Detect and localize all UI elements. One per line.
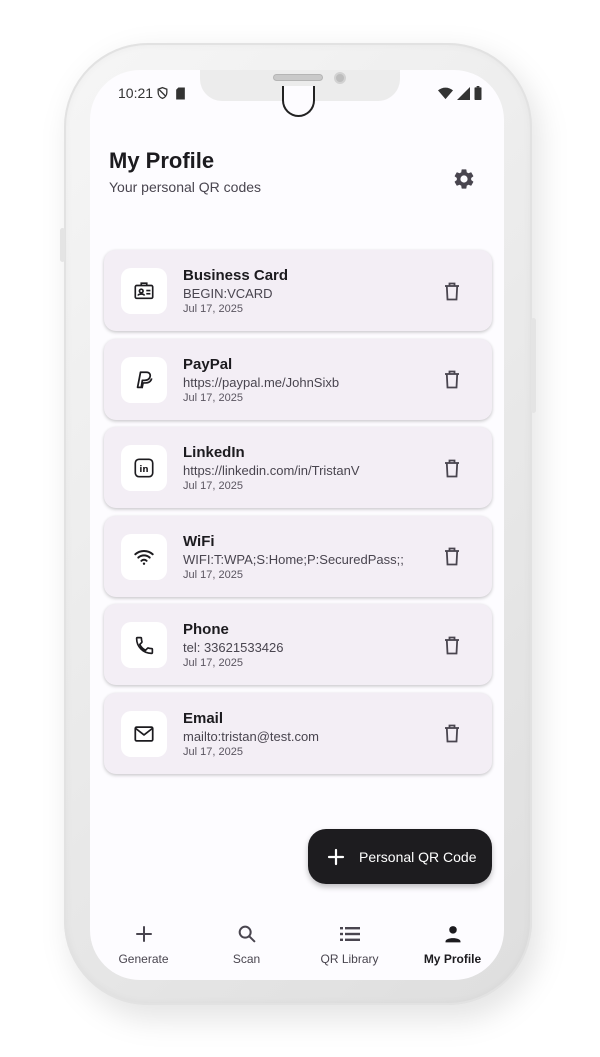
speaker	[273, 74, 323, 81]
nav-label: Scan	[232, 952, 261, 966]
fab-label: Personal QR Code	[359, 848, 477, 865]
card-date: Jul 17, 2025	[183, 391, 243, 404]
camera	[334, 72, 346, 84]
svg-text:in: in	[139, 465, 148, 475]
qr-code-list: Business Card BEGIN:VCARD Jul 17, 2025 P…	[104, 250, 492, 781]
card-title: LinkedIn	[183, 444, 245, 461]
qr-card-phone[interactable]: Phone tel: 33621533426 Jul 17, 2025	[104, 604, 492, 685]
delete-button[interactable]	[441, 368, 463, 392]
card-value: BEGIN:VCARD	[183, 286, 273, 301]
shield-icon	[157, 86, 168, 100]
wifi-icon	[134, 549, 154, 565]
delete-button[interactable]	[441, 279, 463, 303]
status-right-icons	[438, 86, 482, 100]
card-title: Email	[183, 709, 224, 727]
card-date: Jul 17, 2025	[183, 745, 243, 758]
plus-icon	[132, 922, 156, 946]
qr-card-email[interactable]: Email mailto:tristan@test.com Jul 17, 20…	[104, 692, 492, 774]
card-value: https://linkedin.com/in/TristanV	[183, 463, 360, 478]
page-subtitle: Your personal QR codes	[109, 179, 262, 195]
bottom-navigation: Generate Scan QR Library My Profile	[92, 910, 504, 980]
card-icon-box	[121, 622, 167, 668]
person-icon	[441, 922, 465, 946]
trash-icon	[445, 724, 459, 743]
page-title: My Profile	[109, 148, 215, 173]
settings-button[interactable]	[450, 165, 478, 193]
card-title: Phone	[183, 621, 229, 638]
status-left-icons	[156, 86, 186, 100]
wifi-signal-icon	[438, 87, 453, 99]
list-icon	[338, 922, 362, 946]
nav-item-qr-library[interactable]: QR Library	[298, 910, 401, 980]
nav-item-generate[interactable]: Generate	[92, 910, 195, 980]
status-time: 10:21	[118, 85, 154, 101]
delete-button[interactable]	[441, 545, 463, 569]
delete-button[interactable]	[441, 722, 463, 746]
sd-card-icon	[176, 87, 185, 99]
linkedin-icon: in	[134, 458, 154, 478]
card-icon-box	[121, 533, 167, 580]
qr-card-linkedin[interactable]: in LinkedIn https://linkedin.com/in/Tris…	[104, 427, 492, 508]
qr-card-business-card[interactable]: Business Card BEGIN:VCARD Jul 17, 2025	[104, 250, 492, 331]
contact-card-icon	[134, 282, 154, 300]
trash-icon	[445, 370, 459, 389]
card-title: PayPal	[183, 355, 233, 373]
plus-icon	[326, 847, 346, 867]
card-date: Jul 17, 2025	[183, 657, 243, 669]
delete-button[interactable]	[441, 456, 463, 480]
side-button-volume	[60, 228, 65, 262]
card-icon-box: in	[121, 445, 167, 491]
paypal-icon	[136, 370, 153, 388]
card-value: tel: 33621533426	[183, 640, 284, 655]
qr-card-paypal[interactable]: PayPal https://paypal.me/JohnSixb Jul 17…	[104, 338, 492, 420]
card-date: Jul 17, 2025	[183, 480, 243, 492]
card-icon-box	[121, 356, 167, 403]
nav-label: QR Library	[320, 952, 379, 966]
card-title: WiFi	[183, 532, 215, 550]
nav-label: My Profile	[423, 952, 482, 966]
card-date: Jul 17, 2025	[183, 568, 243, 581]
qr-card-wifi[interactable]: WiFi WIFI:T:WPA;S:Home;P:SecuredPass;; J…	[104, 515, 492, 597]
card-date: Jul 17, 2025	[183, 303, 243, 315]
search-icon	[235, 922, 259, 946]
mail-icon	[134, 725, 154, 742]
nav-label: Generate	[118, 952, 169, 966]
card-title: Business Card	[183, 267, 289, 284]
trash-icon	[445, 547, 459, 566]
add-personal-qr-code-button[interactable]: Personal QR Code	[308, 829, 492, 884]
nav-item-scan[interactable]: Scan	[195, 910, 298, 980]
trash-icon	[445, 282, 459, 300]
side-button-power	[531, 318, 536, 413]
card-icon-box	[121, 710, 167, 757]
card-value: WIFI:T:WPA;S:Home;P:SecuredPass;;	[183, 551, 404, 567]
trash-icon	[445, 459, 459, 477]
card-icon-box	[121, 268, 167, 314]
trash-icon	[445, 636, 459, 654]
nav-item-my-profile[interactable]: My Profile	[401, 910, 504, 980]
battery-icon	[474, 86, 482, 100]
phone-icon	[135, 636, 153, 654]
card-value: https://paypal.me/JohnSixb	[183, 374, 340, 390]
card-value: mailto:tristan@test.com	[183, 728, 320, 744]
gear-icon	[454, 169, 474, 189]
cell-signal-icon	[457, 86, 470, 100]
delete-button[interactable]	[441, 633, 463, 657]
